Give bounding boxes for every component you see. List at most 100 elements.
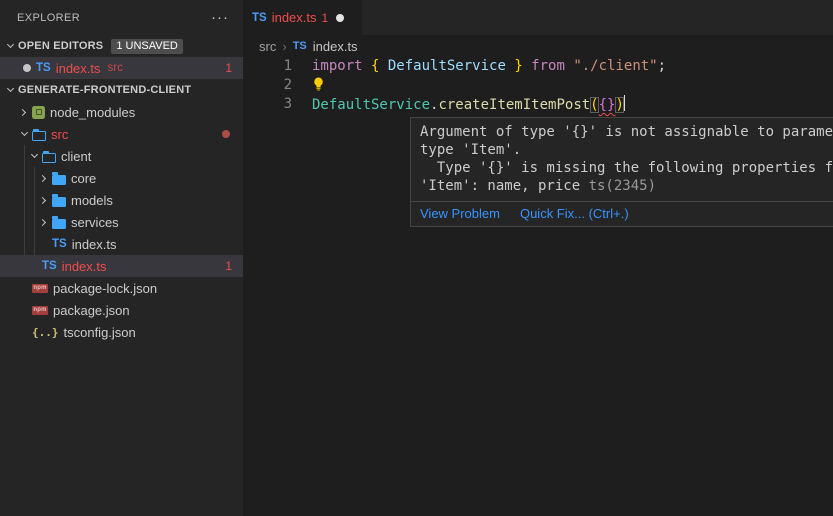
tooltip-actions: View Problem Quick Fix... (Ctrl+.) [411, 201, 833, 226]
tree-item-services[interactable]: services [0, 211, 243, 233]
tree-item-label: services [71, 215, 119, 230]
open-editor-filename: index.ts [56, 61, 101, 76]
open-editor-item-index-ts[interactable]: TS index.ts src 1 [0, 57, 243, 79]
tree-item-label: src [51, 127, 68, 142]
workspace-section-header[interactable]: GENERATE-FRONTEND-CLIENT [0, 79, 243, 101]
open-paren: ( [590, 97, 598, 113]
module-path-string: "./client" [573, 58, 657, 74]
text-cursor [624, 95, 626, 111]
tree-item-label: tsconfig.json [64, 325, 136, 340]
error-message-line: 'Item': name, price ts(2345) [420, 177, 833, 195]
tree-item-label: core [71, 171, 96, 186]
service-class-name: DefaultService [312, 97, 430, 113]
quick-fix-link[interactable]: Quick Fix... (Ctrl+.) [520, 206, 629, 221]
semicolon: ; [658, 58, 666, 74]
tab-label: index.ts [272, 10, 317, 25]
chevron-right-icon[interactable] [36, 192, 52, 208]
ts-error-code: ts(2345) [589, 178, 656, 194]
code-line-2: 2 [243, 76, 833, 95]
breadcrumb: src › TS index.ts [243, 35, 833, 57]
node-modules-icon [32, 106, 45, 119]
code-text [292, 76, 325, 95]
open-editors-section-header[interactable]: OPEN EDITORS 1 UNSAVED [0, 35, 243, 57]
error-count-badge: 1 [225, 61, 232, 75]
lightbulb-icon[interactable] [312, 77, 325, 91]
chevron-right-icon[interactable] [36, 170, 52, 186]
error-argument-braces: {} [599, 97, 616, 113]
tree-item-label: index.ts [62, 259, 107, 274]
code-text: import { DefaultService } from "./client… [292, 57, 666, 76]
tree-item-label: package-lock.json [53, 281, 157, 296]
workspace-name: GENERATE-FRONTEND-CLIENT [18, 84, 191, 96]
view-problem-link[interactable]: View Problem [420, 206, 500, 221]
chevron-right-icon[interactable] [36, 214, 52, 230]
chevron-down-icon[interactable] [26, 148, 42, 164]
chevron-separator-icon: › [282, 39, 286, 54]
chevron-down-icon[interactable] [2, 82, 18, 98]
tree-item-client[interactable]: client [0, 145, 243, 167]
line-number: 2 [243, 76, 292, 95]
editor-pane: TS index.ts 1 src › TS index.ts 1 import… [243, 0, 833, 516]
npm-icon: npm [32, 306, 48, 315]
tree-item-models[interactable]: models [0, 189, 243, 211]
tree-item-label: package.json [53, 303, 130, 318]
error-message: Argument of type '{}' is not assignable … [411, 118, 833, 201]
breadcrumb-file[interactable]: index.ts [313, 39, 358, 54]
imported-identifier: DefaultService [379, 58, 514, 74]
code-text: DefaultService.createItemItemPost({}) [292, 95, 625, 114]
error-message-line: type 'Item'. [420, 141, 833, 159]
method-name: createItemItemPost [438, 97, 590, 113]
tree-item-label: index.ts [72, 237, 117, 252]
chevron-down-icon[interactable] [16, 126, 32, 142]
tree-item-core[interactable]: core [0, 167, 243, 189]
unsaved-count-badge: 1 UNSAVED [111, 39, 183, 54]
typescript-file-icon: TS [36, 62, 51, 74]
tree-item-src-index-ts[interactable]: TS index.ts 1 [0, 255, 243, 277]
more-actions-icon[interactable]: ··· [211, 13, 229, 23]
chevron-right-icon[interactable] [16, 104, 32, 120]
tree-item-package-lock-json[interactable]: npm package-lock.json [0, 277, 243, 299]
tree-item-client-index-ts[interactable]: TS index.ts [0, 233, 243, 255]
unsaved-dot-icon[interactable] [336, 14, 344, 22]
breadcrumb-folder[interactable]: src [259, 39, 276, 54]
open-editors-label: OPEN EDITORS [18, 40, 103, 52]
error-hover-tooltip: Argument of type '{}' is not assignable … [410, 117, 833, 227]
tree-item-src[interactable]: src [0, 123, 243, 145]
typescript-file-icon: TS [252, 12, 267, 24]
line-number: 3 [243, 95, 292, 114]
tree-item-package-json[interactable]: npm package.json [0, 299, 243, 321]
tree-item-label: client [61, 149, 91, 164]
npm-icon: npm [32, 284, 48, 293]
explorer-sidebar: EXPLORER ··· OPEN EDITORS 1 UNSAVED TS i… [0, 0, 243, 516]
folder-icon [52, 197, 66, 207]
explorer-header: EXPLORER ··· [0, 0, 243, 35]
typescript-file-icon: TS [42, 260, 57, 272]
code-line-1: 1 import { DefaultService } from "./clie… [243, 57, 833, 76]
unsaved-dot-icon[interactable] [23, 64, 31, 72]
error-message-line: Type '{}' is missing the following prope… [420, 159, 833, 177]
folder-icon [52, 175, 66, 185]
close-paren: ) [615, 97, 623, 113]
keyword-import: import [312, 58, 371, 74]
tree-item-tsconfig-json[interactable]: {..} tsconfig.json [0, 321, 243, 343]
tree-item-label: node_modules [50, 105, 135, 120]
brace: } [514, 58, 522, 74]
error-message-line: Argument of type '{}' is not assignable … [420, 123, 833, 141]
folder-open-icon [32, 131, 46, 141]
code-line-3: 3 DefaultService.createItemItemPost({}) [243, 95, 833, 114]
tab-strip: TS index.ts 1 [243, 0, 833, 35]
tree-item-node-modules[interactable]: node_modules [0, 101, 243, 123]
tab-error-badge: 1 [322, 11, 329, 25]
open-editor-folder-hint: src [108, 62, 123, 74]
tab-index-ts[interactable]: TS index.ts 1 [243, 0, 362, 35]
line-number: 1 [243, 57, 292, 76]
error-count-badge: 1 [225, 259, 232, 273]
json-braces-icon: {..} [32, 326, 59, 339]
error-message-tail: 'Item': name, price [420, 178, 589, 194]
folder-icon [52, 219, 66, 229]
tree-item-label: models [71, 193, 113, 208]
keyword-from: from [523, 58, 574, 74]
typescript-file-icon: TS [293, 40, 307, 52]
folder-open-icon [42, 153, 56, 163]
chevron-down-icon[interactable] [2, 38, 18, 54]
